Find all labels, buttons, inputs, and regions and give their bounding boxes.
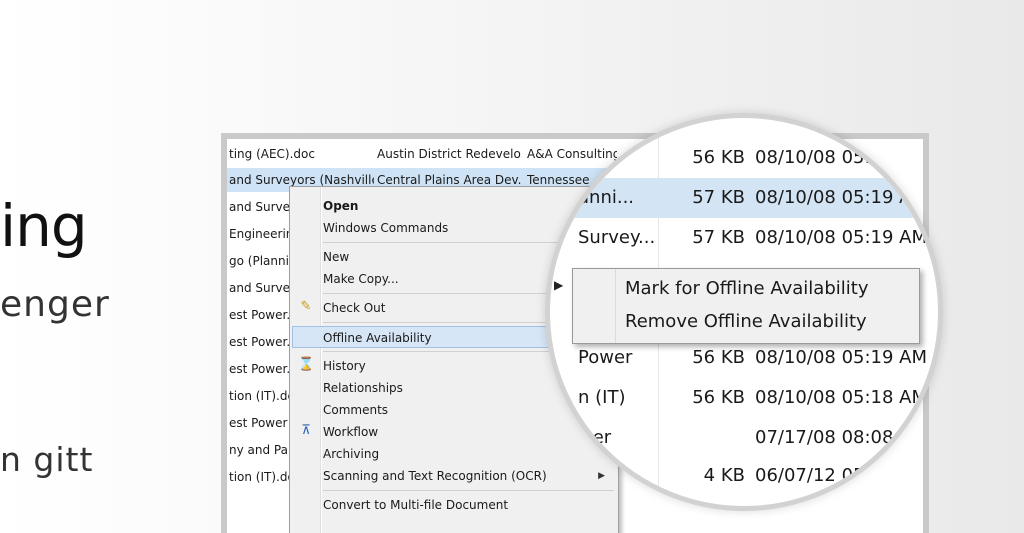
file-name: est Power.d xyxy=(229,308,293,322)
zoomed-size: 56 KB xyxy=(692,387,745,408)
zoomed-size: 57 KB xyxy=(692,187,745,208)
zoomed-date: 08/10/08 05:18 AM xyxy=(755,387,928,408)
slide-title: ing xyxy=(0,192,88,260)
file-name: and Surveyo xyxy=(229,200,293,214)
file-name: and Surveyo xyxy=(229,281,293,295)
zoomed-row: Survey... 57 KB 08/10/08 05:19 AM xyxy=(550,218,938,258)
zoomed-row: 4 KB 06/07/12 05:3 xyxy=(550,456,938,496)
zoomed-row: Power 56 KB 08/10/08 05:19 AM xyxy=(550,338,938,378)
zoomed-name: Power xyxy=(578,347,633,368)
zoomed-size: 4 KB xyxy=(703,465,745,486)
workflow-icon: ⊼ xyxy=(301,423,311,438)
file-name: ny and Part xyxy=(229,443,293,457)
file-name: Engineering xyxy=(229,227,293,241)
zoomed-date: 08/10/08 05:19 AM xyxy=(755,347,928,368)
menu-item-remove-offline[interactable]: Remove Offline Availability xyxy=(625,306,867,338)
file-name: ting (AEC).doc xyxy=(229,147,315,161)
zoomed-row: n (IT) 56 KB 08/10/08 05:18 AM xyxy=(550,378,938,418)
zoomed-name: Survey... xyxy=(578,227,656,248)
zoomed-size: 56 KB xyxy=(692,147,745,168)
zoomed-date: 08/10/08 05:19 AM xyxy=(755,227,928,248)
zoomed-date: 08/10/08 05: xyxy=(755,147,871,168)
file-name: est Power xyxy=(229,416,288,430)
zoomed-row-selected: anni... 57 KB 08/10/08 05:19 AM xyxy=(550,178,938,218)
file-name: go (Plannir xyxy=(229,254,293,268)
zoomed-size: 57 KB xyxy=(692,227,745,248)
zoomed-name: wer xyxy=(578,427,612,448)
zoomed-date: 07/17/08 08:08 AM xyxy=(755,427,928,448)
zoomed-row: wer 07/17/08 08:08 AM xyxy=(550,418,938,458)
zoomed-name: n (IT) xyxy=(578,387,626,408)
magnifier-lens: 56 KB 08/10/08 05: anni... 57 KB 08/10/0… xyxy=(545,113,943,511)
file-name: est Power.d xyxy=(229,362,293,376)
menu-item-label: Scanning and Text Recognition (OCR) xyxy=(323,469,547,483)
menu-item-label: Offline Availability xyxy=(323,331,432,345)
slide-note: n gitt xyxy=(0,440,94,479)
menu-item-mark-offline[interactable]: Mark for Offline Availability xyxy=(625,273,868,305)
zoomed-date: 06/07/12 05:3 xyxy=(755,465,882,486)
zoomed-name: anni... xyxy=(578,187,635,208)
submenu-arrow-icon: ▶ xyxy=(554,278,564,292)
zoomed-row: 56 KB 08/10/08 05: xyxy=(550,138,938,178)
slide-subtitle: enger xyxy=(0,284,110,325)
pencil-icon: ✎ xyxy=(300,299,312,314)
history-icon: ⌛ xyxy=(298,357,315,372)
offline-availability-submenu: Mark for Offline Availability Remove Off… xyxy=(572,268,920,344)
menu-item-convert[interactable]: Convert to Multi-file Document xyxy=(323,494,613,516)
file-project: Austin District Redevelo... xyxy=(377,147,522,161)
file-name: est Power.d xyxy=(229,335,293,349)
zoomed-date: 08/10/08 05:19 AM xyxy=(755,187,928,208)
zoomed-size: 56 KB xyxy=(692,347,745,368)
submenu-gutter xyxy=(615,269,616,343)
file-name: tion (IT).dc xyxy=(229,389,293,403)
file-name: tion (IT).do xyxy=(229,470,293,484)
menu-gutter xyxy=(320,187,322,533)
